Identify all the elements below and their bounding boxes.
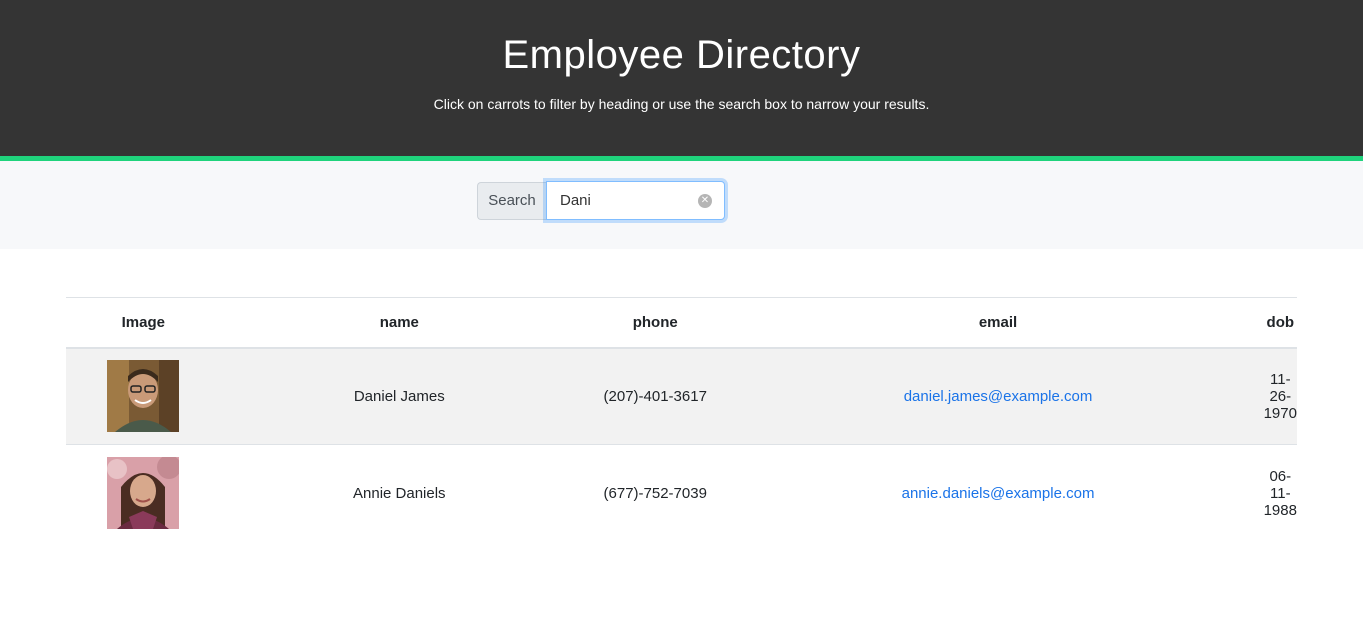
name-cell: Annie Daniels bbox=[353, 484, 446, 502]
phone-cell: (677)-752-7039 bbox=[603, 484, 707, 502]
dob-cell: 11-26-1970 bbox=[1263, 347, 1297, 445]
search-band: Search ✕ bbox=[0, 161, 1363, 249]
employee-photo bbox=[107, 360, 180, 433]
column-header-email[interactable]: email bbox=[732, 297, 1264, 349]
name-cell: Daniel James bbox=[220, 347, 578, 445]
search-input[interactable] bbox=[547, 182, 697, 219]
dob-cell: 06-11-1988 bbox=[1263, 467, 1297, 519]
column-header-dob[interactable]: dob bbox=[1263, 297, 1297, 349]
table-row: Daniel James (207)-401-3617 daniel.james… bbox=[66, 347, 1297, 445]
email-link[interactable]: annie.daniels@example.com bbox=[902, 485, 1095, 502]
search-field[interactable]: ✕ bbox=[546, 181, 725, 220]
table-row: Annie Daniels (677)-752-7039 annie.danie… bbox=[66, 445, 1297, 542]
email-cell: daniel.james@example.com bbox=[732, 347, 1264, 445]
phone-cell: (207)-401-3617 bbox=[577, 347, 733, 445]
clear-search-icon[interactable]: ✕ bbox=[698, 194, 712, 208]
search-label: Search bbox=[477, 181, 546, 220]
table-header: Image name phone email dob bbox=[66, 297, 1297, 349]
email-cell: annie.daniels@example.com bbox=[732, 445, 1263, 542]
email-link[interactable]: daniel.james@example.com bbox=[904, 388, 1093, 405]
page-subtitle: Click on carrots to filter by heading or… bbox=[433, 96, 930, 112]
employee-table-wrap: Image name phone email dob Daniel James … bbox=[66, 297, 1297, 542]
image-cell bbox=[66, 347, 221, 445]
image-cell bbox=[66, 445, 221, 542]
column-header-name[interactable]: name bbox=[220, 297, 578, 349]
column-header-image[interactable]: Image bbox=[66, 297, 221, 349]
search-group: Search ✕ bbox=[477, 181, 725, 220]
page-header: Employee Directory Click on carrots to f… bbox=[0, 0, 1363, 156]
page-title: Employee Directory bbox=[502, 33, 861, 77]
column-header-phone[interactable]: phone bbox=[577, 297, 733, 349]
employee-photo bbox=[107, 457, 180, 530]
employee-table: Image name phone email dob Daniel James … bbox=[66, 297, 1297, 542]
